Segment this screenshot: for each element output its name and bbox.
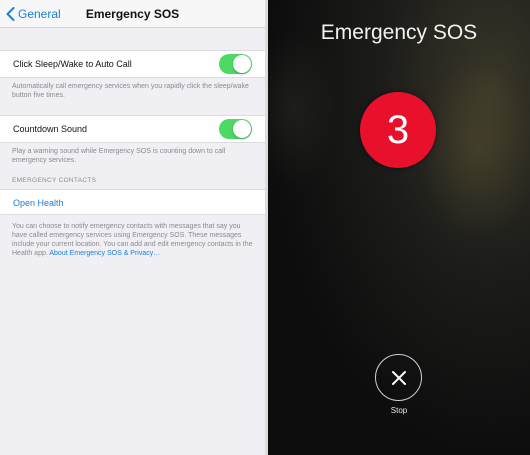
contacts-footnote: You can choose to notify emergency conta…	[12, 222, 255, 258]
emergency-contacts-header: EMERGENCY CONTACTS	[12, 177, 97, 184]
open-health-link[interactable]: Open Health	[13, 198, 64, 208]
background-light	[268, 30, 338, 190]
countdown-number: 3	[386, 107, 410, 152]
auto-call-cell: Click Sleep/Wake to Auto Call	[0, 50, 265, 78]
close-icon	[391, 370, 406, 385]
auto-call-toggle[interactable]	[219, 54, 252, 74]
stop-button[interactable]	[375, 354, 422, 401]
settings-screen: General Emergency SOS Click Sleep/Wake t…	[0, 0, 265, 455]
page-title: Emergency SOS	[85, 7, 180, 21]
toggle-knob	[233, 55, 251, 73]
background-light	[418, 60, 530, 240]
open-health-cell[interactable]: Open Health	[0, 189, 265, 215]
toggle-knob	[233, 120, 251, 138]
countdown-sound-toggle[interactable]	[219, 119, 252, 139]
auto-call-footnote: Automatically call emergency services wh…	[12, 83, 249, 99]
navigation-bar: General Emergency SOS	[0, 0, 265, 28]
countdown-sound-cell: Countdown Sound	[0, 115, 265, 143]
auto-call-label: Click Sleep/Wake to Auto Call	[13, 59, 132, 69]
about-privacy-link[interactable]: About Emergency SOS & Privacy…	[49, 250, 160, 257]
countdown-circle: 3	[360, 92, 436, 168]
stop-label: Stop	[390, 406, 408, 415]
countdown-sound-label: Countdown Sound	[13, 124, 88, 134]
sos-title: Emergency SOS	[320, 21, 478, 44]
sos-countdown-screen: Emergency SOS 3 Stop	[268, 0, 530, 455]
countdown-sound-footnote: Play a warning sound while Emergency SOS…	[12, 148, 226, 164]
